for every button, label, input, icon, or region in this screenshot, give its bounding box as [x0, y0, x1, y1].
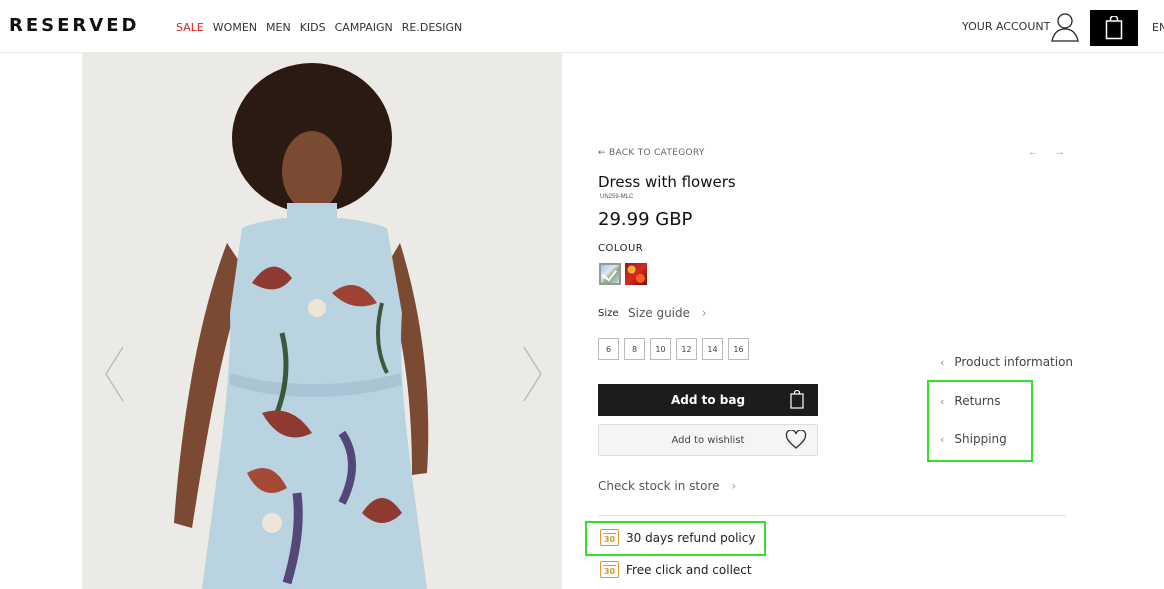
- brand-logo[interactable]: RESERVED: [9, 15, 139, 36]
- language-switcher[interactable]: EN: [1152, 21, 1164, 34]
- size-option-10[interactable]: 10: [650, 338, 671, 360]
- size-option-12[interactable]: 12: [676, 338, 697, 360]
- chevron-right-icon: ›: [731, 479, 737, 493]
- shopping-bag-icon: [1105, 16, 1123, 40]
- product-information-link[interactable]: ‹ Product information: [940, 355, 1073, 369]
- nav-item-women[interactable]: WOMEN: [213, 21, 257, 34]
- highlight-box-returns-shipping: [927, 380, 1033, 462]
- nav-item-kids[interactable]: KIDS: [300, 21, 326, 34]
- perk-click-collect-label: Free click and collect: [626, 562, 752, 577]
- divider: [598, 515, 1066, 516]
- check-stock-link[interactable]: Check stock in store ›: [598, 479, 736, 493]
- size-guide-label: Size guide: [628, 306, 691, 320]
- product-sku: UN259-MLC: [600, 194, 634, 200]
- add-to-bag-button[interactable]: Add to bag: [598, 384, 818, 416]
- product-pager[interactable]: ← →: [1028, 146, 1071, 158]
- size-option-16[interactable]: 16: [728, 338, 749, 360]
- size-guide-link[interactable]: Size guide ›: [628, 306, 707, 320]
- add-to-wishlist-label: Add to wishlist: [671, 434, 745, 446]
- nav-item-men[interactable]: MEN: [266, 21, 291, 34]
- check-stock-label: Check stock in store: [598, 479, 720, 493]
- shopping-bag-icon: [790, 390, 804, 409]
- highlight-box-refund: [585, 521, 766, 556]
- product-image: [82, 53, 562, 589]
- product-price: 29.99 GBP: [598, 209, 693, 230]
- heart-icon: [785, 430, 807, 449]
- your-account-link[interactable]: YOUR ACCOUNT: [962, 20, 1050, 33]
- product-information-label: Product information: [954, 355, 1074, 369]
- back-to-category-link[interactable]: ← BACK TO CATEGORY: [598, 148, 705, 158]
- product-title: Dress with flowers: [598, 173, 736, 191]
- colour-swatch-blue-floral[interactable]: [599, 263, 621, 285]
- perk-click-and-collect[interactable]: 30 Free click and collect: [600, 561, 752, 578]
- size-option-8[interactable]: 8: [624, 338, 645, 360]
- size-option-6[interactable]: 6: [598, 338, 619, 360]
- add-to-bag-label: Add to bag: [670, 393, 746, 407]
- main-nav: SALE WOMEN MEN KIDS CAMPAIGN RE.DESIGN: [176, 21, 471, 34]
- add-to-wishlist-button[interactable]: Add to wishlist: [598, 424, 818, 456]
- nav-item-sale[interactable]: SALE: [176, 21, 204, 34]
- site-header: RESERVED SALE WOMEN MEN KIDS CAMPAIGN RE…: [0, 0, 1164, 53]
- colour-label: COLOUR: [598, 243, 644, 254]
- cart-button[interactable]: [1090, 10, 1138, 46]
- size-selector: 6 8 10 12 14 16: [598, 338, 749, 360]
- size-label: Size: [598, 308, 619, 319]
- chevron-right-icon: ›: [701, 306, 707, 320]
- chevron-left-icon[interactable]: [103, 345, 125, 403]
- chevron-left-icon: ‹: [940, 356, 945, 369]
- nav-item-campaign[interactable]: CAMPAIGN: [335, 21, 393, 34]
- size-option-14[interactable]: 14: [702, 338, 723, 360]
- nav-item-redesign[interactable]: RE.DESIGN: [402, 21, 463, 34]
- user-icon[interactable]: [1050, 11, 1080, 43]
- colour-swatch-red-floral[interactable]: [625, 263, 647, 285]
- chevron-right-icon[interactable]: [522, 345, 544, 403]
- calendar-icon: 30: [600, 561, 619, 578]
